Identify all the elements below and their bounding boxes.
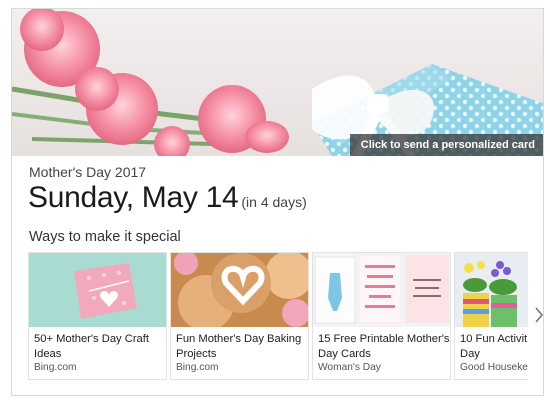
send-card-link[interactable]: Click to send a personalized card [349, 134, 543, 156]
tile-image [29, 253, 166, 327]
tile-image [455, 253, 528, 327]
tile-image [171, 253, 308, 327]
hero-banner[interactable]: Click to send a personalized card [12, 9, 543, 156]
tile-fun-activities[interactable]: 10 Fun Activit Mother's Day Good Houseke [454, 252, 528, 380]
tile-title: 50+ Mother's Day Craft Ideas [34, 333, 149, 360]
tile-source: Good Houseke [460, 362, 528, 373]
tile-printable-cards[interactable]: 15 Free Printable Mother's Day Cards Wom… [312, 252, 451, 380]
tile-source: Bing.com [34, 362, 77, 373]
tile-image [313, 253, 450, 327]
event-name: Mother's Day 2017 [29, 164, 147, 180]
event-date: Sunday, May 14 (in 4 days) [28, 181, 307, 215]
suggestion-carousel: 50+ Mother's Day Craft Ideas Bing.com Fu… [28, 252, 528, 380]
tile-source: Woman's Day [318, 362, 381, 373]
tile-source: Bing.com [176, 362, 219, 373]
ways-heading: Ways to make it special [29, 229, 181, 245]
tile-title: Fun Mother's Day Baking Projects [176, 333, 302, 360]
event-date-text: Sunday, May 14 [28, 181, 239, 214]
tile-craft-ideas[interactable]: 50+ Mother's Day Craft Ideas Bing.com [28, 252, 167, 380]
tile-title: 10 Fun Activit Mother's Day [460, 333, 528, 360]
mothers-day-card: Click to send a personalized card Mother… [11, 8, 544, 396]
chevron-right-icon[interactable] [533, 304, 543, 326]
tile-baking-projects[interactable]: Fun Mother's Day Baking Projects Bing.co… [170, 252, 309, 380]
tile-title: 15 Free Printable Mother's Day Cards [318, 333, 450, 360]
event-relative-days: (in 4 days) [241, 194, 307, 210]
